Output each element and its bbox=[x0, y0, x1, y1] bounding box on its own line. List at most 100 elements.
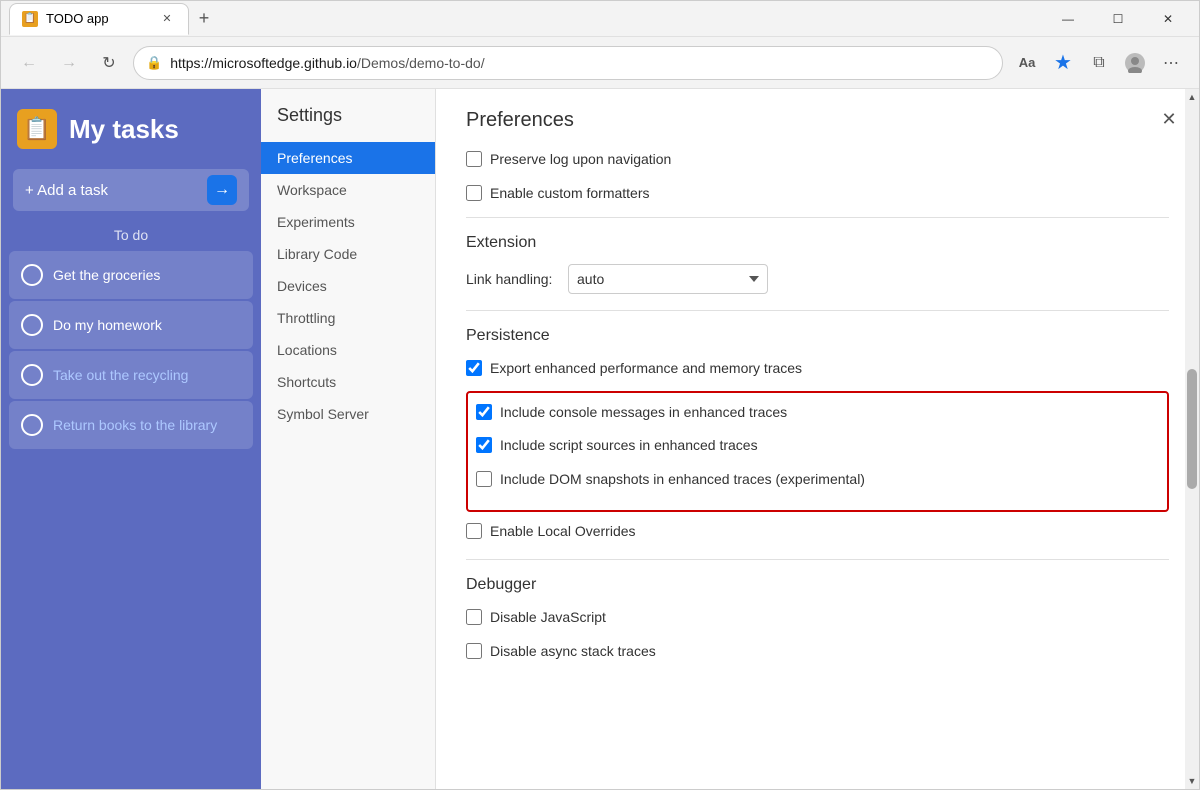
todo-checkbox-2[interactable] bbox=[21, 314, 43, 336]
scroll-up-button[interactable]: ▲ bbox=[1185, 89, 1199, 105]
settings-nav-symbol-server[interactable]: Symbol Server bbox=[261, 398, 435, 430]
main-content: 📋 My tasks + Add a task → To do Get the … bbox=[1, 89, 1199, 789]
scroll-down-button[interactable]: ▼ bbox=[1185, 773, 1199, 789]
tab-bar: 📋 TODO app ✕ + bbox=[9, 3, 1045, 35]
todo-item[interactable]: Return books to the library bbox=[9, 401, 253, 449]
settings-nav-experiments[interactable]: Experiments bbox=[261, 206, 435, 238]
todo-checkbox-1[interactable] bbox=[21, 264, 43, 286]
url-text: https://microsoftedge.github.io/Demos/de… bbox=[170, 55, 990, 71]
active-tab[interactable]: 📋 TODO app ✕ bbox=[9, 3, 189, 35]
custom-formatters-label[interactable]: Enable custom formatters bbox=[490, 184, 650, 204]
todo-item-text-1: Get the groceries bbox=[53, 266, 160, 284]
url-domain-highlight: microsoftedge.github.io bbox=[212, 55, 357, 71]
link-handling-row: Link handling: auto ask always bbox=[466, 264, 1169, 294]
profile-button[interactable] bbox=[1119, 47, 1151, 79]
settings-panel-title: Preferences bbox=[466, 109, 1169, 132]
url-bar[interactable]: 🔒 https://microsoftedge.github.io/Demos/… bbox=[133, 46, 1003, 80]
export-traces-label[interactable]: Export enhanced performance and memory t… bbox=[490, 359, 802, 379]
link-handling-label: Link handling: bbox=[466, 271, 556, 287]
disable-js-label[interactable]: Disable JavaScript bbox=[490, 608, 606, 628]
add-task-bar[interactable]: + Add a task → bbox=[13, 169, 249, 211]
todo-section-label: To do bbox=[1, 227, 261, 243]
todo-logo-icon: 📋 bbox=[17, 109, 57, 149]
preserve-log-checkbox[interactable] bbox=[466, 151, 482, 167]
settings-nav-workspace[interactable]: Workspace bbox=[261, 174, 435, 206]
local-overrides-label[interactable]: Enable Local Overrides bbox=[490, 522, 636, 542]
add-icon: + Add a task bbox=[25, 182, 108, 199]
back-button[interactable]: ← bbox=[13, 47, 45, 79]
forward-button[interactable]: → bbox=[53, 47, 85, 79]
include-dom-row: Include DOM snapshots in enhanced traces… bbox=[476, 468, 1159, 492]
browser-window: 📋 TODO app ✕ + — ☐ ✕ ← → ↻ 🔒 https://mic… bbox=[0, 0, 1200, 790]
tab-close-button[interactable]: ✕ bbox=[158, 10, 176, 28]
settings-content: ✕ Preferences Preserve log upon navigati… bbox=[436, 89, 1199, 789]
include-console-label[interactable]: Include console messages in enhanced tra… bbox=[500, 403, 787, 423]
disable-async-label[interactable]: Disable async stack traces bbox=[490, 642, 656, 662]
todo-item-text-3: Take out the recycling bbox=[53, 366, 188, 384]
persistence-section: Persistence Export enhanced performance … bbox=[466, 327, 1169, 543]
disable-js-checkbox[interactable] bbox=[466, 609, 482, 625]
todo-item-text-4: Return books to the library bbox=[53, 416, 217, 434]
settings-nav-preferences[interactable]: Preferences bbox=[261, 142, 435, 174]
more-options-button[interactable]: ⋯ bbox=[1155, 47, 1187, 79]
refresh-button[interactable]: ↻ bbox=[93, 47, 125, 79]
todo-item[interactable]: Get the groceries bbox=[9, 251, 253, 299]
persistence-section-title: Persistence bbox=[466, 327, 1169, 345]
restore-button[interactable]: ☐ bbox=[1095, 1, 1141, 37]
todo-app-title: My tasks bbox=[69, 114, 179, 145]
new-tab-button[interactable]: + bbox=[189, 4, 219, 34]
export-traces-checkbox[interactable] bbox=[466, 360, 482, 376]
tab-title: TODO app bbox=[46, 11, 150, 26]
local-overrides-checkbox[interactable] bbox=[466, 523, 482, 539]
extension-section: Extension Link handling: auto ask always bbox=[466, 234, 1169, 294]
link-handling-select[interactable]: auto ask always bbox=[568, 264, 768, 294]
todo-checkbox-3[interactable] bbox=[21, 364, 43, 386]
settings-nav-locations[interactable]: Locations bbox=[261, 334, 435, 366]
custom-formatters-row: Enable custom formatters bbox=[466, 182, 1169, 206]
minimize-button[interactable]: — bbox=[1045, 1, 1091, 37]
tab-favicon: 📋 bbox=[22, 11, 38, 27]
settings-nav-throttling[interactable]: Throttling bbox=[261, 302, 435, 334]
custom-formatters-checkbox[interactable] bbox=[466, 185, 482, 201]
include-script-checkbox[interactable] bbox=[476, 437, 492, 453]
window-controls: — ☐ ✕ bbox=[1045, 1, 1191, 37]
todo-header: 📋 My tasks bbox=[1, 89, 261, 169]
settings-nav-shortcuts[interactable]: Shortcuts bbox=[261, 366, 435, 398]
settings-close-button[interactable]: ✕ bbox=[1155, 105, 1183, 133]
todo-checkbox-4[interactable] bbox=[21, 414, 43, 436]
todo-item[interactable]: Take out the recycling bbox=[9, 351, 253, 399]
preserve-log-row: Preserve log upon navigation bbox=[466, 148, 1169, 172]
divider-3 bbox=[466, 559, 1169, 560]
todo-item[interactable]: Do my homework bbox=[9, 301, 253, 349]
settings-sidebar: Settings Preferences Workspace Experimen… bbox=[261, 89, 436, 789]
collections-button[interactable]: ⧉ bbox=[1083, 47, 1115, 79]
settings-title: Settings bbox=[261, 105, 435, 142]
include-console-row: Include console messages in enhanced tra… bbox=[476, 401, 1159, 425]
add-task-arrow-button[interactable]: → bbox=[207, 175, 237, 205]
preserve-log-label[interactable]: Preserve log upon navigation bbox=[490, 150, 671, 170]
todo-item-text-2: Do my homework bbox=[53, 316, 162, 334]
include-script-row: Include script sources in enhanced trace… bbox=[476, 434, 1159, 458]
disable-js-row: Disable JavaScript bbox=[466, 606, 1169, 630]
debugger-section: Debugger Disable JavaScript Disable asyn… bbox=[466, 576, 1169, 663]
include-console-checkbox[interactable] bbox=[476, 404, 492, 420]
local-overrides-row: Enable Local Overrides bbox=[466, 520, 1169, 544]
settings-nav-devices[interactable]: Devices bbox=[261, 270, 435, 302]
favorites-button[interactable]: ★ bbox=[1047, 47, 1079, 79]
include-dom-label[interactable]: Include DOM snapshots in enhanced traces… bbox=[500, 470, 865, 490]
close-button[interactable]: ✕ bbox=[1145, 1, 1191, 37]
settings-nav-library-code[interactable]: Library Code bbox=[261, 238, 435, 270]
title-bar: 📋 TODO app ✕ + — ☐ ✕ bbox=[1, 1, 1199, 37]
debugger-section-title: Debugger bbox=[466, 576, 1169, 594]
scrollbar-track[interactable]: ▲ ▼ bbox=[1185, 89, 1199, 789]
lock-icon: 🔒 bbox=[146, 55, 162, 71]
export-traces-row: Export enhanced performance and memory t… bbox=[466, 357, 1169, 381]
read-aloud-button[interactable]: Aa bbox=[1011, 47, 1043, 79]
highlighted-persistence-box: Include console messages in enhanced tra… bbox=[466, 391, 1169, 512]
toolbar-icons: Aa ★ ⧉ ⋯ bbox=[1011, 47, 1187, 79]
scrollbar-thumb[interactable] bbox=[1187, 369, 1197, 489]
disable-async-checkbox[interactable] bbox=[466, 643, 482, 659]
devtools-panel: Settings Preferences Workspace Experimen… bbox=[261, 89, 1199, 789]
include-dom-checkbox[interactable] bbox=[476, 471, 492, 487]
include-script-label[interactable]: Include script sources in enhanced trace… bbox=[500, 436, 758, 456]
